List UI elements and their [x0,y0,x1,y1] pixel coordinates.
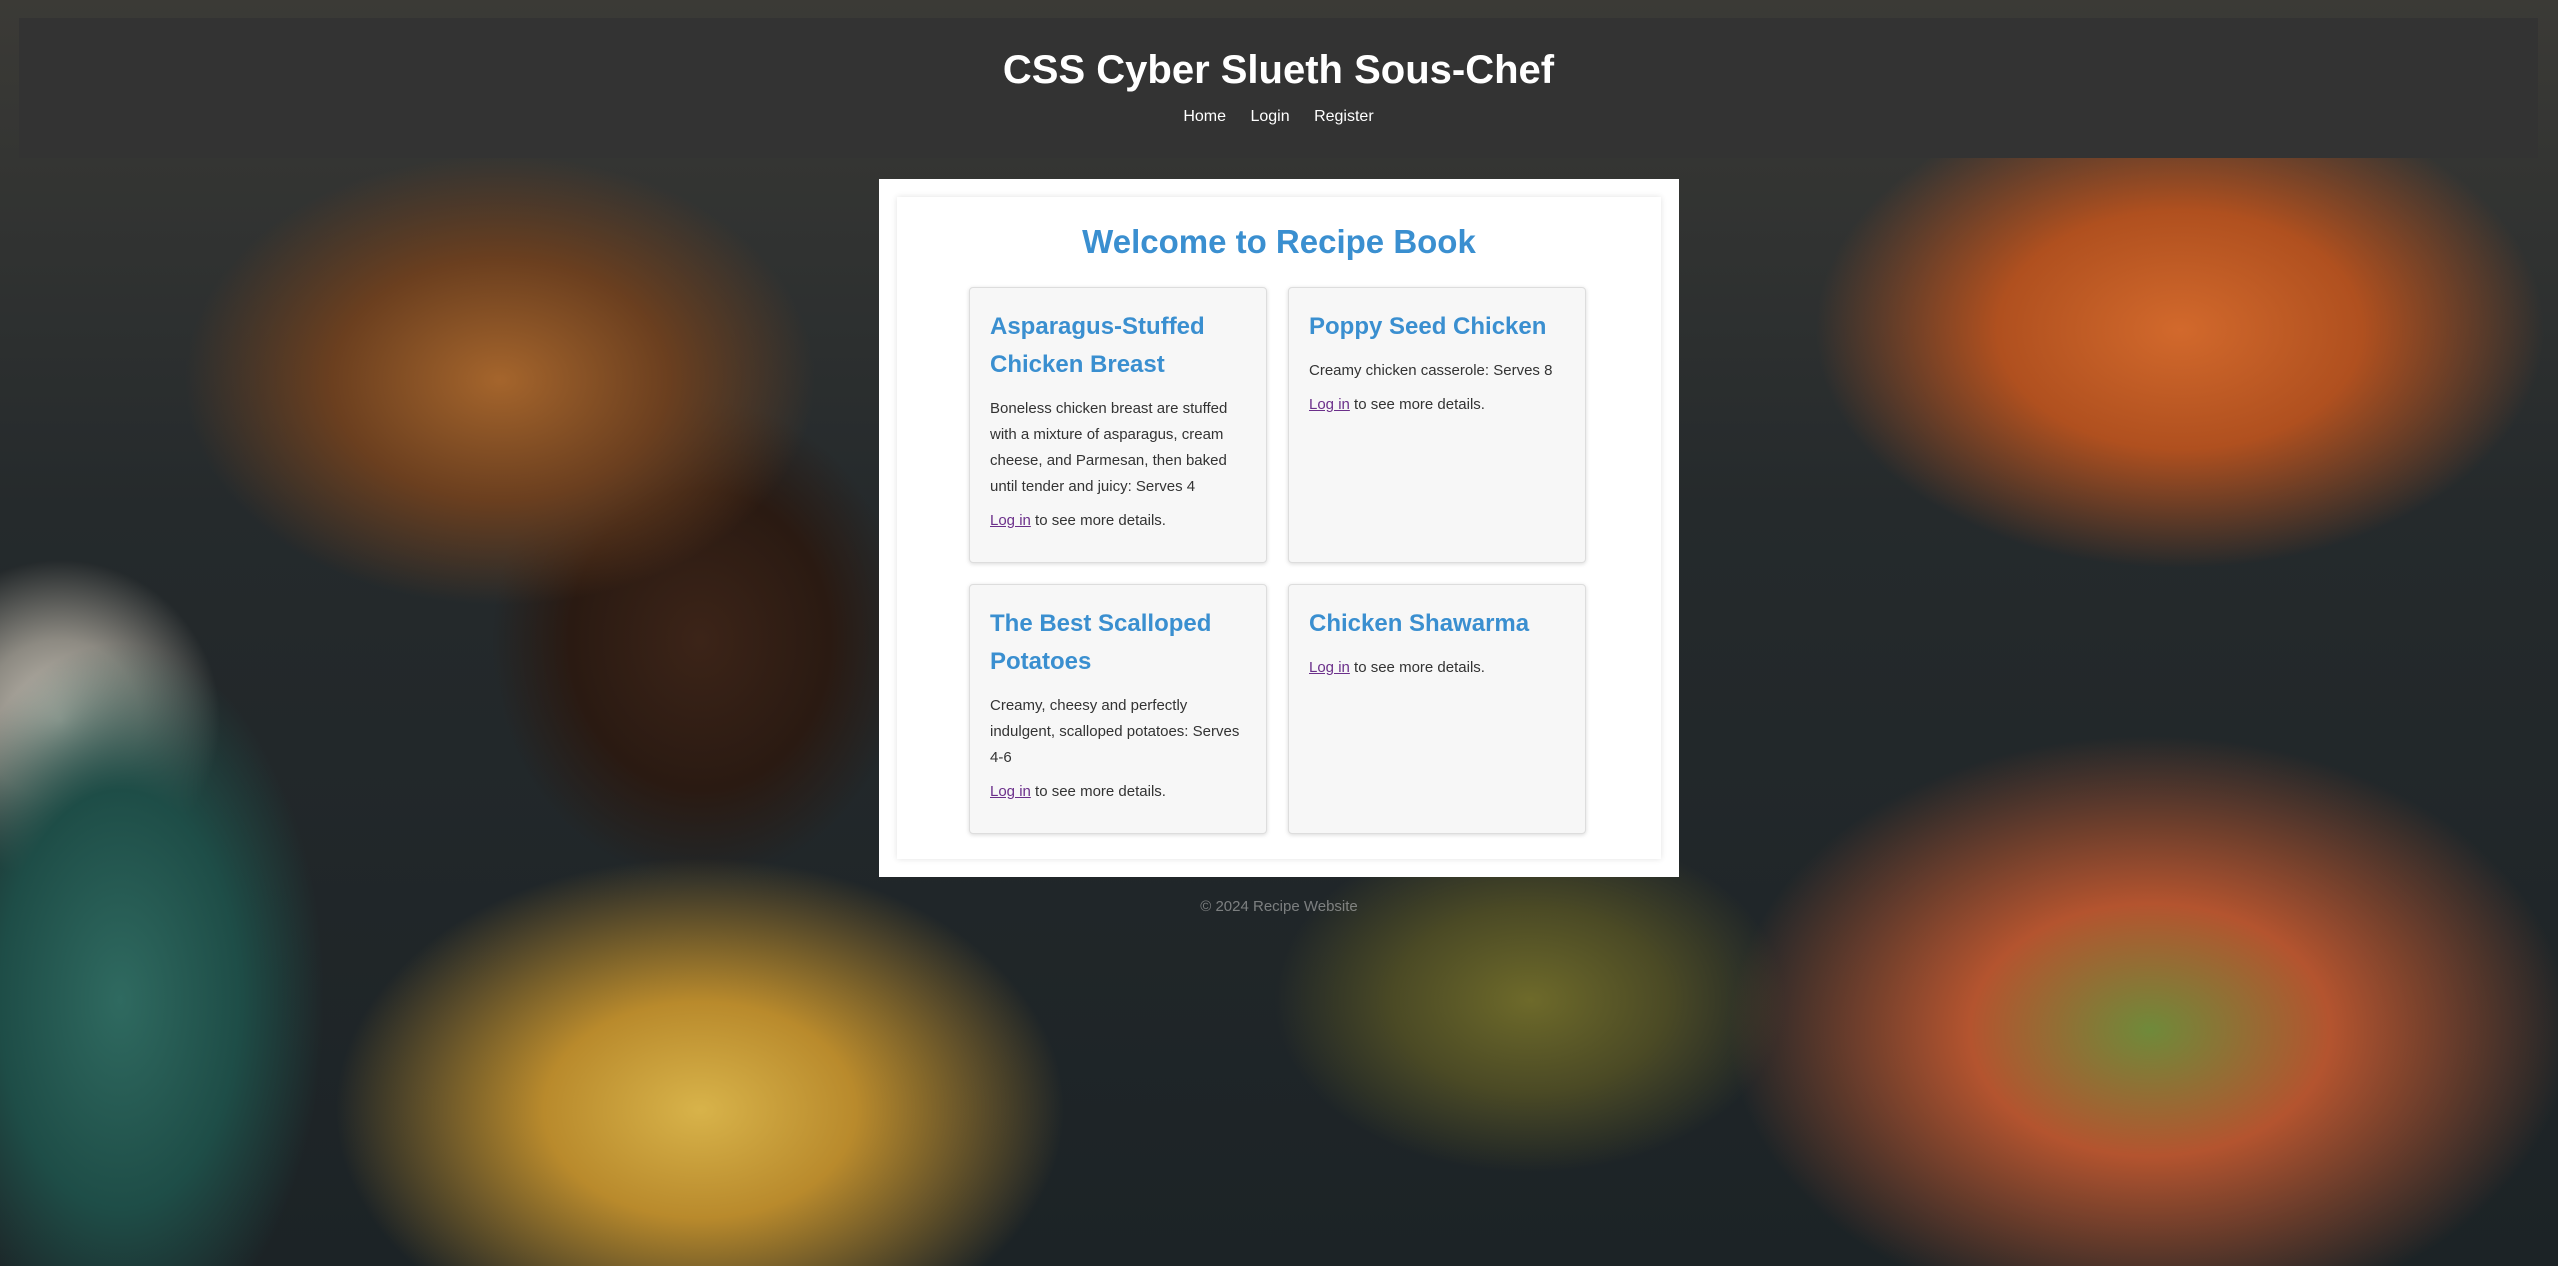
recipe-title: Asparagus-Stuffed Chicken Breast [990,313,1205,378]
login-prompt-text: to see more details. [1030,783,1166,800]
login-prompt: Log in to see more details. [990,779,1246,805]
login-prompt: Log in to see more details. [1309,655,1565,681]
login-prompt: Log in to see more details. [1309,392,1565,418]
recipe-description: Boneless chicken breast are stuffed with… [990,400,1228,495]
login-prompt: Log in to see more details. [990,508,1246,534]
nav-login-link[interactable]: Login [1250,108,1289,125]
site-title: CSS Cyber Slueth Sous-Chef [1002,48,1555,92]
recipe-grid: Asparagus-Stuffed Chicken Breast Boneles… [969,287,1591,834]
site-header: CSS Cyber Slueth Sous-Chef Home Login Re… [19,18,2538,158]
recipe-card: Poppy Seed Chicken Creamy chicken casser… [1288,287,1586,563]
recipe-title: Poppy Seed Chicken [1309,313,1547,340]
login-prompt-text: to see more details. [1349,659,1485,676]
nav-home-link[interactable]: Home [1183,108,1226,125]
recipe-book-panel: Welcome to Recipe Book Asparagus-Stuffed… [897,197,1661,859]
site-footer: © 2024 Recipe Website [1200,898,1358,915]
recipe-card: The Best Scalloped Potatoes Creamy, chee… [969,584,1267,834]
recipe-title: Chicken Shawarma [1309,610,1530,637]
recipe-description: Creamy chicken casserole: Serves 8 [1309,362,1553,379]
recipe-title: The Best Scalloped Potatoes [990,610,1212,675]
login-link[interactable]: Log in [990,783,1031,800]
recipe-card: Chicken Shawarma Log in to see more deta… [1288,584,1586,834]
login-prompt-text: to see more details. [1030,512,1166,529]
login-link[interactable]: Log in [990,512,1031,529]
nav-register-link[interactable]: Register [1314,108,1374,125]
login-link[interactable]: Log in [1309,396,1350,413]
page-heading: Welcome to Recipe Book [1082,223,1476,260]
main-content: Welcome to Recipe Book Asparagus-Stuffed… [879,179,1679,877]
main-nav: Home Login Register [19,108,2538,126]
recipe-description: Creamy, cheesy and perfectly indulgent, … [990,697,1240,766]
login-link[interactable]: Log in [1309,659,1350,676]
login-prompt-text: to see more details. [1349,396,1485,413]
recipe-card: Asparagus-Stuffed Chicken Breast Boneles… [969,287,1267,563]
